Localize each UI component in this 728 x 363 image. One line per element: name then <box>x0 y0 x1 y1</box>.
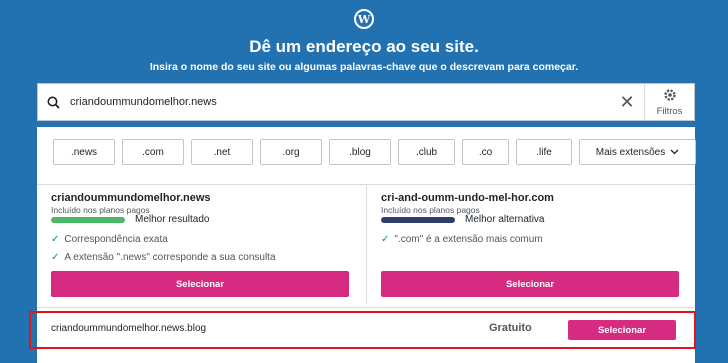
free-domain: criandoummundomelhor.news.blog <box>51 323 207 334</box>
results-panel: .news .com .net .org .blog .club .co .li… <box>37 127 696 363</box>
more-extensions-dropdown[interactable]: Mais extensões <box>579 139 696 165</box>
feature-item: ✓ Correspondência exata <box>51 234 168 245</box>
extension-chip[interactable]: .co <box>462 139 509 165</box>
domain-search-bar: criandoummundomelhor.news ✕ Filtros <box>37 83 695 121</box>
suggested-domain: cri-and-oumm-undo-mel-hor.com <box>381 192 554 204</box>
price-label: Gratuito <box>489 322 532 334</box>
clear-search-icon[interactable]: ✕ <box>610 93 644 111</box>
suggested-domain: criandoummundomelhor.news <box>51 192 211 204</box>
match-strength-bar <box>381 216 455 223</box>
domain-suggestion-card: cri-and-oumm-undo-mel-hor.com Incluído n… <box>366 184 695 304</box>
match-rank: Melhor alternativa <box>381 214 544 225</box>
wordpress-logo-icon: W <box>354 9 374 29</box>
extension-chip[interactable]: .life <box>516 139 572 165</box>
select-button[interactable]: Selecionar <box>51 271 349 297</box>
chevron-down-icon <box>670 147 679 158</box>
match-strength-bar <box>51 216 125 223</box>
feature-item: ✓ ".com" é a extensão mais comum <box>381 234 543 245</box>
gear-icon <box>663 88 677 104</box>
filters-label: Filtros <box>656 105 683 117</box>
extension-chip[interactable]: .org <box>260 139 322 165</box>
checkmark-icon: ✓ <box>51 234 60 245</box>
page-title: Dê um endereço ao seu site. <box>249 37 479 56</box>
extension-chip[interactable]: .blog <box>329 139 391 165</box>
domain-search-input[interactable]: criandoummundomelhor.news <box>68 96 610 108</box>
select-button[interactable]: Selecionar <box>381 271 679 297</box>
extension-chip[interactable]: .net <box>191 139 253 165</box>
filters-button[interactable]: Filtros <box>644 84 694 120</box>
domain-suggestion-card: criandoummundomelhor.news Incluído nos p… <box>37 184 366 304</box>
search-icon <box>38 96 68 109</box>
extension-chip[interactable]: .com <box>122 139 184 165</box>
select-free-button[interactable]: Selecionar <box>568 320 676 340</box>
rank-label: Melhor resultado <box>135 214 210 225</box>
rank-label: Melhor alternativa <box>465 214 545 225</box>
extension-chip[interactable]: .club <box>398 139 455 165</box>
match-rank: Melhor resultado <box>51 214 209 225</box>
checkmark-icon: ✓ <box>381 234 390 245</box>
checkmark-icon: ✓ <box>51 252 60 263</box>
free-domain-row: criandoummundomelhor.news.blog Gratuito … <box>37 307 695 359</box>
extension-filter-row: .news .com .net .org .blog .club .co .li… <box>53 139 696 165</box>
feature-item: ✓ A extensão ".news" corresponde a sua co… <box>51 252 276 263</box>
page-subtitle: Insira o nome do seu site ou algumas pal… <box>149 61 579 73</box>
extension-chip[interactable]: .news <box>53 139 115 165</box>
